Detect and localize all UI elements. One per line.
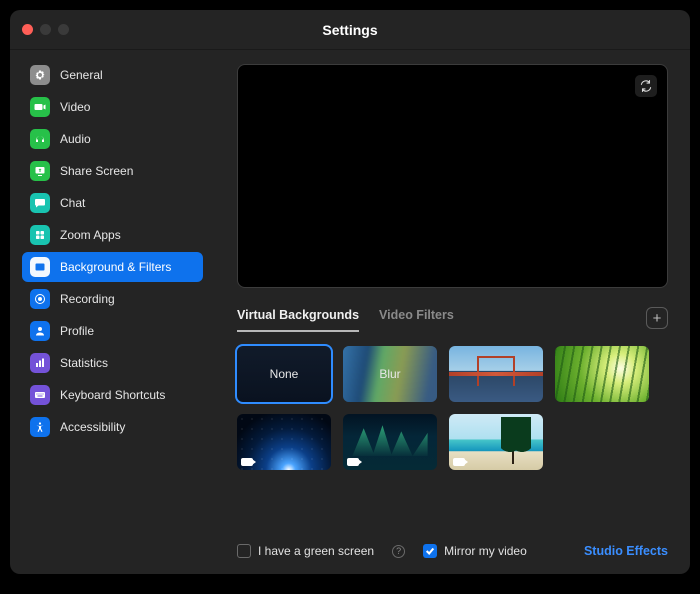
window-controls (22, 24, 69, 35)
background-thumb-beach[interactable] (449, 414, 543, 470)
sidebar-item-label: General (60, 68, 103, 82)
background-thumb-bridge[interactable] (449, 346, 543, 402)
profile-icon (30, 321, 50, 341)
keyboard-icon (30, 385, 50, 405)
sidebar: General Video Audio Share Screen Chat Zoom Ap… (10, 50, 215, 574)
checkbox-unchecked-icon (237, 544, 251, 558)
titlebar: Settings (10, 10, 690, 50)
footer-controls: I have a green screen ? Mirror my video … (237, 536, 668, 558)
thumb-label: Blur (379, 367, 400, 381)
audio-icon (30, 129, 50, 149)
video-badge-icon (347, 458, 359, 466)
sidebar-item-profile[interactable]: Profile (22, 316, 203, 346)
checkbox-checked-icon (423, 544, 437, 558)
chat-icon (30, 193, 50, 213)
minimize-icon[interactable] (40, 24, 51, 35)
studio-effects-link[interactable]: Studio Effects (584, 544, 668, 558)
green-screen-label: I have a green screen (258, 544, 374, 558)
sidebar-item-label: Recording (60, 292, 115, 306)
sidebar-item-label: Zoom Apps (60, 228, 121, 242)
sidebar-item-background-filters[interactable]: Background & Filters (22, 252, 203, 282)
sidebar-item-general[interactable]: General (22, 60, 203, 90)
sidebar-item-zoom-apps[interactable]: Zoom Apps (22, 220, 203, 250)
sidebar-item-label: Statistics (60, 356, 108, 370)
mirror-video-label: Mirror my video (444, 544, 527, 558)
background-thumb-grass[interactable] (555, 346, 649, 402)
video-badge-icon (241, 458, 253, 466)
content: General Video Audio Share Screen Chat Zoom Ap… (10, 50, 690, 574)
rotate-icon (639, 79, 653, 93)
green-screen-checkbox[interactable]: I have a green screen (237, 544, 374, 558)
main-panel: Virtual Backgrounds Video Filters + None B… (215, 50, 690, 574)
help-icon[interactable]: ? (392, 545, 405, 558)
tab-virtual-backgrounds[interactable]: Virtual Backgrounds (237, 304, 359, 332)
sidebar-item-label: Keyboard Shortcuts (60, 388, 165, 402)
share-icon (30, 161, 50, 181)
background-icon (30, 257, 50, 277)
sidebar-item-label: Audio (60, 132, 91, 146)
sidebar-item-video[interactable]: Video (22, 92, 203, 122)
maximize-icon[interactable] (58, 24, 69, 35)
background-tabs: Virtual Backgrounds Video Filters + (237, 304, 668, 332)
tab-video-filters[interactable]: Video Filters (379, 304, 454, 332)
sidebar-item-keyboard-shortcuts[interactable]: Keyboard Shortcuts (22, 380, 203, 410)
sidebar-item-audio[interactable]: Audio (22, 124, 203, 154)
sidebar-item-share-screen[interactable]: Share Screen (22, 156, 203, 186)
sidebar-item-label: Profile (60, 324, 94, 338)
accessibility-icon (30, 417, 50, 437)
gear-icon (30, 65, 50, 85)
record-icon (30, 289, 50, 309)
rotate-camera-button[interactable] (635, 75, 657, 97)
page-title: Settings (322, 22, 377, 38)
close-icon[interactable] (22, 24, 33, 35)
sidebar-item-accessibility[interactable]: Accessibility (22, 412, 203, 442)
sidebar-item-statistics[interactable]: Statistics (22, 348, 203, 378)
sidebar-item-recording[interactable]: Recording (22, 284, 203, 314)
sidebar-item-label: Chat (60, 196, 85, 210)
add-background-button[interactable]: + (646, 307, 668, 329)
apps-icon (30, 225, 50, 245)
sidebar-item-label: Background & Filters (60, 260, 171, 274)
background-thumb-none[interactable]: None (237, 346, 331, 402)
background-thumb-blur[interactable]: Blur (343, 346, 437, 402)
settings-window: Settings General Video Audio Share Screen Ch… (10, 10, 690, 574)
mirror-video-checkbox[interactable]: Mirror my video (423, 544, 527, 558)
thumb-label: None (270, 367, 299, 381)
sidebar-item-label: Accessibility (60, 420, 125, 434)
video-preview (237, 64, 668, 288)
video-icon (30, 97, 50, 117)
sidebar-item-label: Share Screen (60, 164, 133, 178)
sidebar-item-label: Video (60, 100, 90, 114)
sidebar-item-chat[interactable]: Chat (22, 188, 203, 218)
background-thumb-earth[interactable] (237, 414, 331, 470)
stats-icon (30, 353, 50, 373)
background-grid: None Blur (237, 346, 668, 470)
background-thumb-aurora[interactable] (343, 414, 437, 470)
video-badge-icon (453, 458, 465, 466)
